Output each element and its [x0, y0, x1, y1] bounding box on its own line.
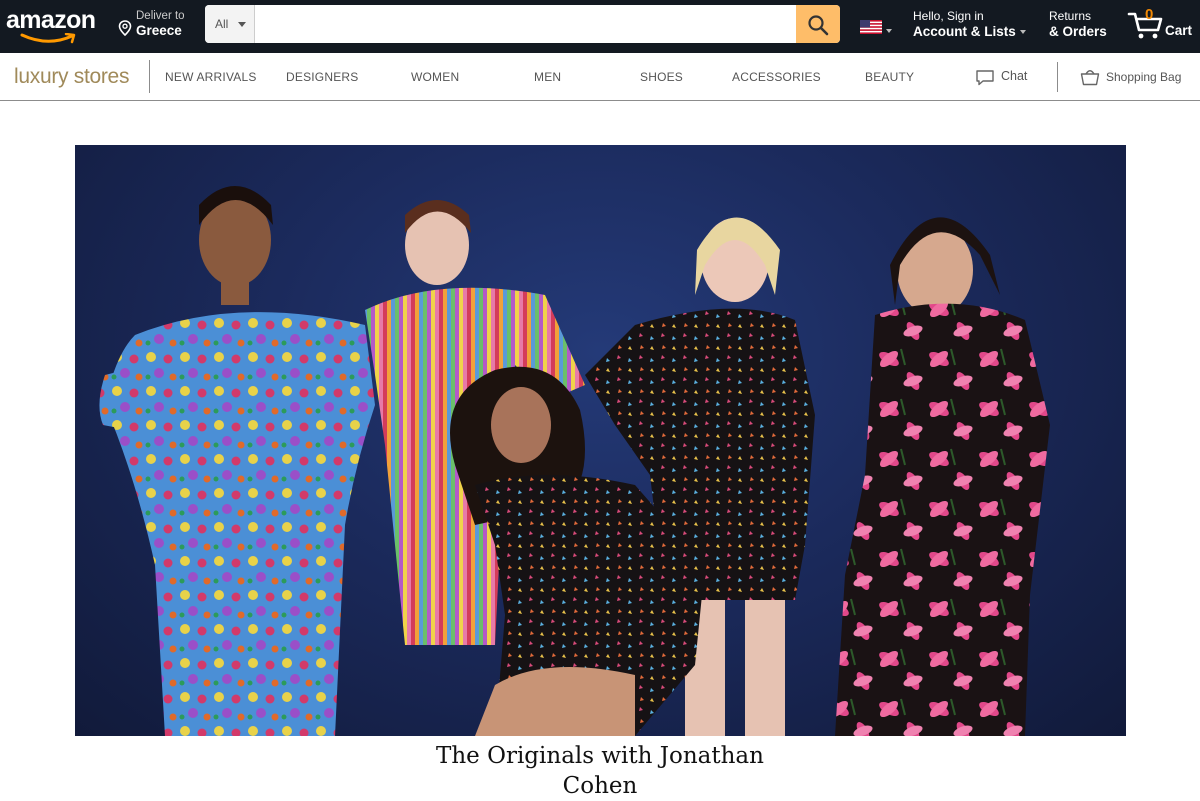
us-flag-icon[interactable] — [860, 20, 882, 34]
divider — [149, 60, 150, 93]
chat-label: Chat — [1001, 69, 1028, 83]
orders-label: & Orders — [1049, 24, 1107, 39]
deliver-label: Deliver to — [136, 10, 185, 22]
luxury-stores-nav: luxury stores NEW ARRIVALS DESIGNERS WOM… — [0, 53, 1200, 101]
hero-title[interactable]: The Originals with Jonathan Cohen — [400, 741, 800, 801]
search-icon — [808, 15, 829, 36]
location-pin-icon — [118, 20, 132, 36]
model-figure-icon — [99, 186, 375, 736]
caret-down-icon — [238, 22, 246, 27]
nav-accessories[interactable]: ACCESSORIES — [732, 70, 821, 84]
account-greeting: Hello, Sign in — [913, 9, 984, 23]
amazon-logo[interactable]: amazon — [6, 7, 102, 45]
cart-button[interactable]: 0 Cart — [1127, 6, 1197, 46]
models-illustration — [99, 186, 1050, 736]
cart-label: Cart — [1165, 23, 1193, 38]
caret-down-icon — [1019, 30, 1026, 35]
search-category-select[interactable]: All — [205, 5, 255, 43]
cart-count: 0 — [1145, 6, 1154, 23]
model-figure-icon — [835, 217, 1050, 736]
hero-banner-image[interactable] — [75, 145, 1126, 736]
amazon-header: amazon Deliver to Greece All Hello, Sign… — [0, 0, 1200, 53]
nav-men[interactable]: MEN — [534, 70, 561, 84]
search-category-label: All — [215, 17, 229, 31]
returns-label: Returns — [1049, 9, 1092, 23]
shopping-bag-icon — [1080, 70, 1100, 86]
deliver-location: Greece — [136, 23, 182, 38]
amazon-smile-icon — [20, 33, 76, 44]
account-and-lists[interactable]: Hello, Sign in Account & Lists — [913, 9, 1026, 40]
account-label: Account & Lists — [913, 24, 1016, 39]
caret-down-icon — [886, 29, 892, 33]
nav-shoes[interactable]: SHOES — [640, 70, 683, 84]
search-button[interactable] — [796, 5, 840, 43]
chat-bubble-icon — [976, 70, 994, 86]
divider — [1057, 62, 1058, 92]
luxury-stores-logo[interactable]: luxury stores — [14, 65, 129, 89]
nav-designers[interactable]: DESIGNERS — [286, 70, 358, 84]
search-bar: All — [205, 5, 840, 43]
nav-new-arrivals[interactable]: NEW ARRIVALS — [165, 70, 257, 84]
nav-women[interactable]: WOMEN — [411, 70, 459, 84]
nav-beauty[interactable]: BEAUTY — [865, 70, 914, 84]
returns-and-orders[interactable]: Returns & Orders — [1049, 9, 1107, 40]
search-input[interactable] — [255, 5, 796, 43]
shopping-bag-label: Shopping Bag — [1106, 70, 1182, 84]
amazon-logo-text: amazon — [6, 6, 96, 34]
